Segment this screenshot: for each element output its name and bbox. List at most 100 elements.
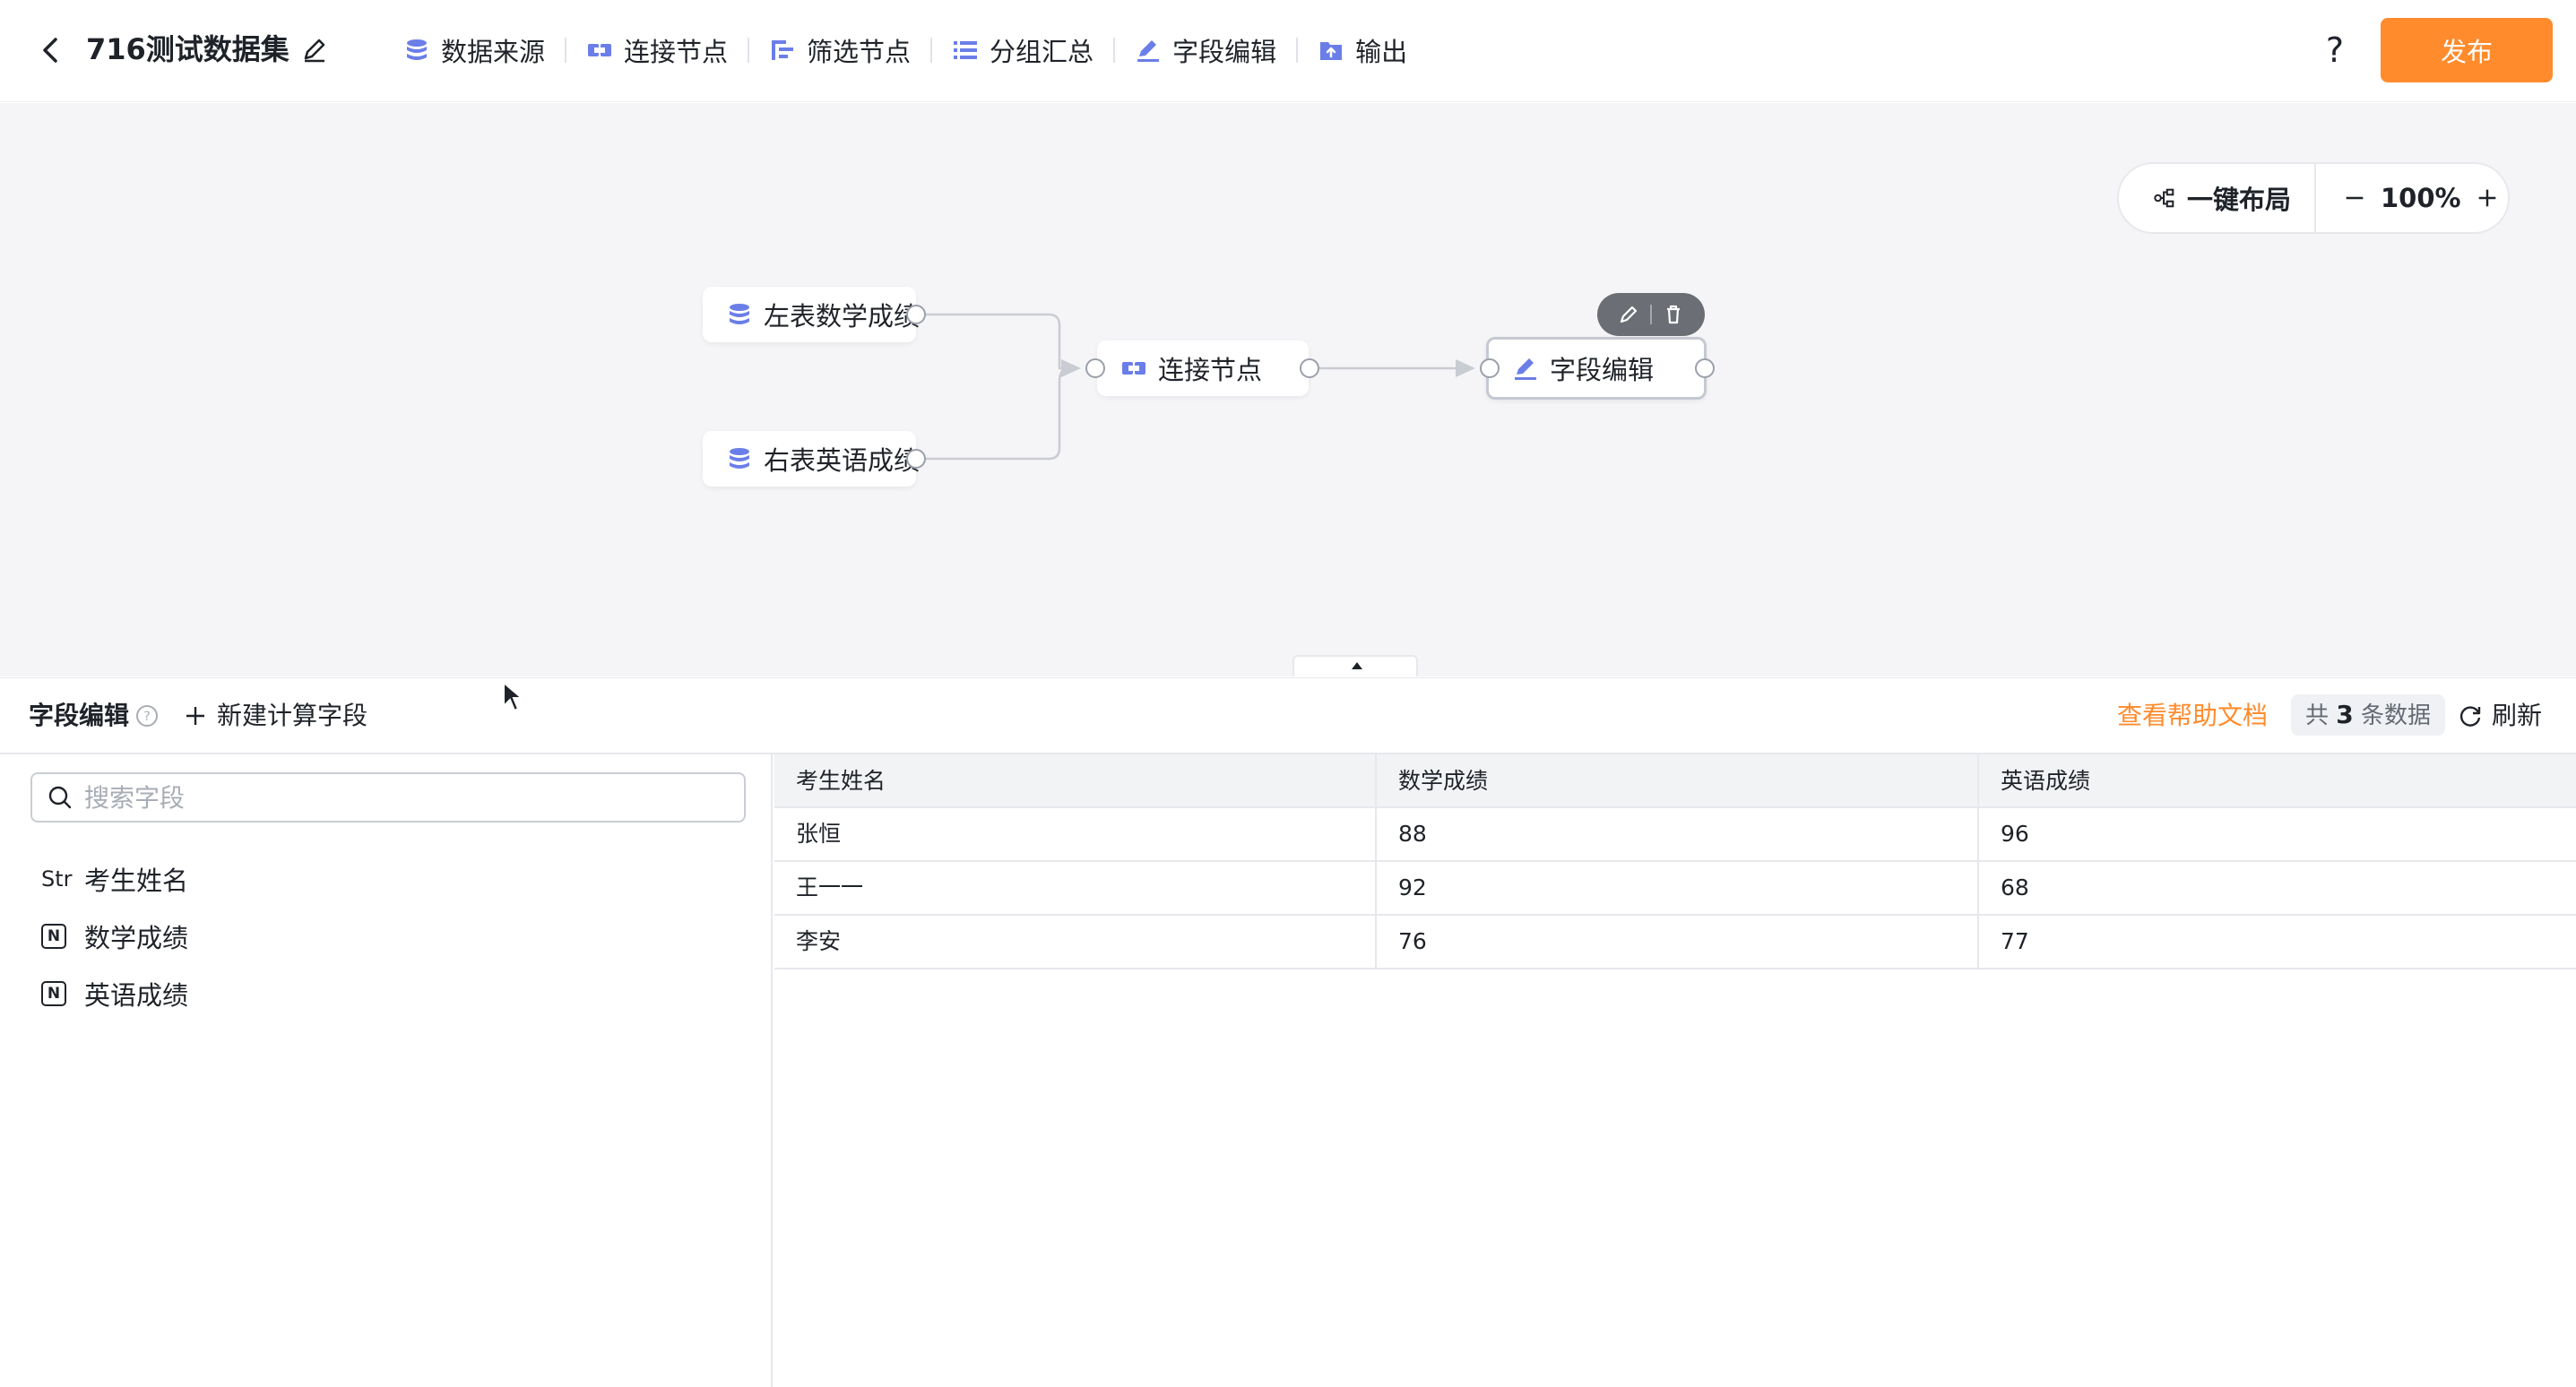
group-icon (954, 41, 978, 59)
toolbar-group-summary[interactable]: 分组汇总 (943, 25, 1102, 75)
panel-collapse-handle[interactable] (1292, 655, 1418, 676)
toolbar-label: 筛选节点 (807, 37, 912, 67)
table-cell: 张恒 (774, 808, 1377, 860)
toolbar-label: 数据来源 (441, 37, 546, 67)
field-item[interactable]: N 英语成绩 (41, 971, 188, 1016)
toolbar-label: 字段编辑 (1172, 37, 1277, 67)
refresh-icon (2459, 706, 2481, 727)
edit-node-icon[interactable] (1616, 302, 1641, 327)
node-left-table-output-port[interactable] (906, 305, 926, 324)
join-icon (588, 44, 612, 56)
auto-layout-label: 一键布局 (2187, 185, 2292, 215)
count-prefix: 共 (2305, 702, 2330, 729)
number-type-icon: N (41, 981, 66, 1006)
pencil-icon (1137, 40, 1160, 62)
field-edit-panel-header: 字段编辑 ? 新建计算字段 查看帮助文档 共 3 条数据 刷新 (0, 677, 2576, 754)
node-field-edit-output-port[interactable] (1695, 358, 1715, 378)
toolbar-data-source[interactable]: 数据来源 (394, 25, 554, 75)
node-join[interactable]: 连接节点 (1097, 340, 1309, 396)
toolbar-label: 分组汇总 (990, 37, 1094, 67)
panel-title: 字段编辑 (29, 701, 130, 730)
string-type-icon: Str (41, 866, 73, 892)
help-icon[interactable]: ? (2314, 27, 2356, 73)
toolbar-divider (1296, 38, 1299, 63)
dataset-title: 716测试数据集 (86, 32, 290, 66)
pencil-icon (1515, 358, 1536, 380)
toolbar-field-edit[interactable]: 字段编辑 (1126, 25, 1285, 75)
table-cell: 王一一 (774, 862, 1377, 914)
toolbar-label: 输出 (1355, 37, 1408, 67)
row-count-badge: 共 3 条数据 (2291, 694, 2446, 736)
node-label: 连接节点 (1158, 355, 1263, 385)
toolbar-join-node[interactable]: 连接节点 (577, 25, 737, 75)
info-icon[interactable]: ? (134, 703, 160, 728)
field-search-input[interactable] (84, 782, 712, 813)
edge-right-to-join (925, 366, 1071, 461)
table-row: 李安 76 77 (774, 916, 2576, 969)
node-toolbar: 数据来源 连接节点 筛选节点 分组汇总 字段编辑 输出 (394, 25, 1416, 75)
column-header[interactable]: 英语成绩 (1979, 754, 2576, 808)
refresh-label: 刷新 (2492, 701, 2543, 730)
new-calculated-field-button[interactable]: 新建计算字段 (183, 698, 367, 734)
table-cell: 88 (1377, 808, 1979, 860)
toolbar-divider (748, 38, 750, 63)
back-arrow-icon[interactable] (36, 32, 66, 68)
svg-text:?: ? (143, 710, 150, 724)
field-search[interactable] (30, 772, 746, 823)
table-cell: 92 (1377, 862, 1979, 914)
zoom-control: 100% (2316, 183, 2501, 213)
filter-icon (772, 40, 794, 60)
node-field-edit[interactable]: 字段编辑 (1486, 337, 1707, 400)
edit-title-icon[interactable] (299, 34, 330, 65)
arrow-into-field-edit (1456, 359, 1475, 377)
toolbar-output[interactable]: 输出 (1309, 25, 1416, 75)
field-name: 英语成绩 (84, 980, 189, 1011)
new-field-label: 新建计算字段 (217, 701, 368, 730)
node-right-table[interactable]: 右表英语成绩 (703, 431, 920, 487)
edge-left-to-join (925, 313, 1070, 370)
canvas-controls: 一键布局 100% (2117, 162, 2510, 234)
node-label: 右表英语成绩 (764, 445, 921, 476)
data-preview-table: 考生姓名 数学成绩 英语成绩 张恒 88 96 王一一 92 68 李安 76 … (774, 754, 2576, 1387)
field-item[interactable]: N 数学成绩 (41, 914, 188, 959)
toolbar-divider (1113, 38, 1116, 63)
zoom-level: 100% (2381, 183, 2461, 213)
database-icon (730, 448, 749, 469)
output-folder-icon (1320, 42, 1343, 60)
number-type-icon: N (41, 924, 66, 949)
join-icon (1122, 362, 1145, 375)
layout-tree-icon (2154, 188, 2174, 208)
table-header: 考生姓名 数学成绩 英语成绩 (774, 754, 2576, 808)
node-label: 左表数学成绩 (764, 301, 921, 332)
field-list-panel: Str 考生姓名 N 数学成绩 N 英语成绩 (0, 754, 773, 1387)
flow-canvas[interactable]: 一键布局 100% 左表数学成绩 右表英语成绩 连接节点 字段编辑 (0, 103, 2576, 676)
arrow-into-join (1061, 359, 1081, 377)
zoom-in-icon[interactable] (2474, 185, 2501, 211)
database-icon (730, 304, 749, 324)
plus-icon (186, 707, 204, 725)
node-join-output-port[interactable] (1300, 358, 1319, 378)
column-header[interactable]: 考生姓名 (774, 754, 1377, 808)
node-field-edit-input-port[interactable] (1480, 358, 1500, 378)
node-join-input-port[interactable] (1085, 358, 1105, 378)
publish-button[interactable]: 发布 (2381, 18, 2553, 82)
column-header[interactable]: 数学成绩 (1377, 754, 1979, 808)
node-right-table-output-port[interactable] (906, 449, 926, 469)
count-suffix: 条数据 (2361, 702, 2432, 729)
field-item[interactable]: Str 考生姓名 (41, 857, 188, 901)
zoom-out-icon[interactable] (2341, 185, 2368, 211)
delete-node-icon[interactable] (1661, 302, 1686, 327)
refresh-button[interactable]: 刷新 (2458, 698, 2542, 734)
toolbar-label: 连接节点 (624, 37, 729, 67)
top-header: 716测试数据集 数据来源 连接节点 筛选节点 分组汇总 字段编辑 输出 ? 发… (0, 0, 2576, 102)
field-name: 数学成绩 (84, 923, 189, 953)
field-name: 考生姓名 (84, 866, 189, 896)
table-row: 张恒 88 96 (774, 808, 2576, 862)
toolbar-filter-node[interactable]: 筛选节点 (760, 25, 920, 75)
table-cell: 李安 (774, 916, 1377, 968)
auto-layout-button[interactable]: 一键布局 (2119, 164, 2314, 232)
mouse-cursor-icon (503, 681, 523, 712)
help-doc-link[interactable]: 查看帮助文档 (2117, 698, 2268, 734)
table-cell: 77 (2001, 928, 2029, 954)
node-left-table[interactable]: 左表数学成绩 (703, 287, 920, 342)
